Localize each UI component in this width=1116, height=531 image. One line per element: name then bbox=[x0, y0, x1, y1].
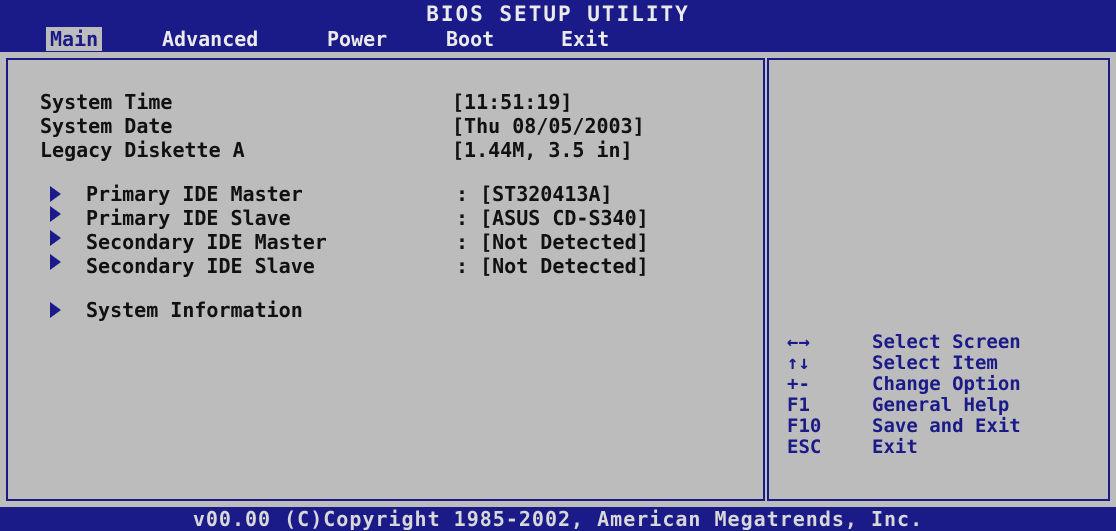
key-esc: ESC bbox=[787, 436, 822, 458]
key-arrows-ud: ↑↓ bbox=[787, 352, 810, 374]
key-desc-change-option: Change Option bbox=[872, 373, 1021, 395]
submenu-value-primary-ide-slave: : [ASUS CD-S340] bbox=[456, 206, 649, 230]
setting-value-system-date[interactable]: [Thu 08/05/2003] bbox=[452, 114, 645, 138]
submenu-value-primary-ide-master: : [ST320413A] bbox=[456, 182, 613, 206]
setting-label-system-time[interactable]: System Time bbox=[40, 90, 172, 114]
submenu-primary-ide-master[interactable]: Primary IDE Master bbox=[86, 182, 303, 206]
key-f1: F1 bbox=[787, 394, 810, 416]
setting-value-legacy-diskette[interactable]: [1.44M, 3.5 in] bbox=[452, 138, 633, 162]
submenu-arrow-icon bbox=[50, 206, 61, 222]
menu-tab-exit[interactable]: Exit bbox=[561, 27, 609, 51]
menu-tab-boot[interactable]: Boot bbox=[446, 27, 494, 51]
submenu-value-secondary-ide-slave: : [Not Detected] bbox=[456, 254, 649, 278]
submenu-arrow-icon bbox=[50, 230, 61, 246]
key-f10: F10 bbox=[787, 415, 822, 437]
menu-tab-power[interactable]: Power bbox=[327, 27, 387, 51]
submenu-primary-ide-slave[interactable]: Primary IDE Slave bbox=[86, 206, 291, 230]
key-desc-select-screen: Select Screen bbox=[872, 331, 1021, 353]
key-desc-select-item: Select Item bbox=[872, 352, 998, 374]
setting-label-legacy-diskette[interactable]: Legacy Diskette A bbox=[40, 138, 245, 162]
submenu-arrow-icon bbox=[50, 186, 61, 202]
setting-value-system-time[interactable]: [11:51:19] bbox=[452, 90, 572, 114]
top-bar: BIOS SETUP UTILITY Main Advanced Power B… bbox=[0, 0, 1116, 52]
submenu-arrow-icon bbox=[50, 254, 61, 270]
submenu-secondary-ide-slave[interactable]: Secondary IDE Slave bbox=[86, 254, 315, 278]
submenu-arrow-icon bbox=[50, 302, 61, 318]
submenu-value-secondary-ide-master: : [Not Detected] bbox=[456, 230, 649, 254]
key-desc-save-exit: Save and Exit bbox=[872, 415, 1021, 437]
menu-tab-main[interactable]: Main bbox=[46, 27, 103, 51]
copyright-bar: v00.00 (C)Copyright 1985-2002, American … bbox=[0, 507, 1116, 531]
key-plus-minus: +- bbox=[787, 373, 810, 395]
submenu-secondary-ide-master[interactable]: Secondary IDE Master bbox=[86, 230, 327, 254]
bios-title: BIOS SETUP UTILITY bbox=[426, 2, 690, 26]
submenu-system-information[interactable]: System Information bbox=[86, 298, 303, 322]
menu-tab-advanced[interactable]: Advanced bbox=[162, 27, 258, 51]
key-desc-general-help: General Help bbox=[872, 394, 1010, 416]
key-arrows-lr: ←→ bbox=[787, 331, 810, 353]
setting-label-system-date[interactable]: System Date bbox=[40, 114, 172, 138]
key-desc-exit: Exit bbox=[872, 436, 918, 458]
